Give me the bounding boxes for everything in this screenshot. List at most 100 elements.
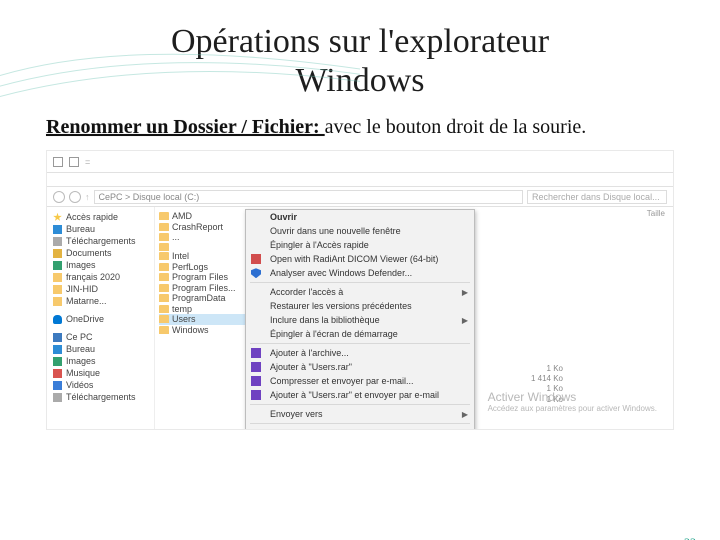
- menu-separator: [250, 282, 470, 283]
- list-item[interactable]: CrashReport: [159, 222, 249, 233]
- sidebar-desktop[interactable]: Bureau: [51, 343, 150, 355]
- explorer-screenshot: = ↑ CePC > Disque local (C:) Rechercher …: [46, 150, 674, 430]
- list-item[interactable]: AMD: [159, 211, 249, 222]
- sidebar-downloads[interactable]: Téléchargements: [51, 391, 150, 403]
- explorer-titlebar: =: [47, 151, 673, 173]
- folder-name: temp: [172, 304, 192, 314]
- menu-winrar-email[interactable]: Compresser et envoyer par e-mail...: [246, 374, 474, 388]
- list-item[interactable]: [159, 243, 249, 252]
- list-item[interactable]: Program Files...: [159, 283, 249, 294]
- menu-grant-access[interactable]: Accorder l'accès à▶: [246, 285, 474, 299]
- folder-icon: [159, 326, 169, 334]
- sidebar-label: Téléchargements: [66, 236, 136, 246]
- menu-winrar-add-named[interactable]: Ajouter à "Users.rar": [246, 360, 474, 374]
- sidebar-desktop[interactable]: Bureau: [51, 223, 150, 235]
- folder-list: AMD CrashReport ... Intel PerfLogs Progr…: [159, 211, 249, 335]
- sidebar-folder[interactable]: JIN-HID: [51, 283, 150, 295]
- title-line-2: Windows: [296, 62, 425, 99]
- list-item-selected[interactable]: Users: [159, 314, 249, 325]
- list-item[interactable]: Program Files: [159, 272, 249, 283]
- menu-windows-defender[interactable]: Analyser avec Windows Defender...: [246, 266, 474, 280]
- menu-radiant-viewer[interactable]: Open with RadiAnt DICOM Viewer (64-bit): [246, 252, 474, 266]
- folder-icon: [53, 297, 62, 306]
- list-item[interactable]: Intel: [159, 251, 249, 262]
- menu-label: Accorder l'accès à: [270, 287, 343, 297]
- download-icon: [53, 393, 62, 402]
- folder-name: ProgramData: [172, 293, 226, 303]
- menu-pin-quick-access[interactable]: Épingler à l'Accès rapide: [246, 238, 474, 252]
- menu-winrar-add[interactable]: Ajouter à l'archive...: [246, 346, 474, 360]
- sidebar-quick-access[interactable]: Accès rapide: [51, 211, 150, 223]
- shield-icon: [251, 268, 261, 278]
- list-item[interactable]: PerfLogs: [159, 262, 249, 273]
- forward-button[interactable]: [69, 191, 81, 203]
- menu-label: Envoyer vers: [270, 409, 323, 419]
- sidebar-label: Ce PC: [66, 332, 93, 342]
- folder-name: PerfLogs: [172, 262, 208, 272]
- music-icon: [53, 369, 62, 378]
- folder-name: Users: [172, 314, 196, 324]
- sidebar-folder[interactable]: français 2020: [51, 271, 150, 283]
- sidebar-folder[interactable]: Matarne...: [51, 295, 150, 307]
- address-text: CePC > Disque local (C:): [99, 192, 200, 202]
- sidebar-label: Images: [66, 260, 96, 270]
- folder-icon: [159, 263, 169, 271]
- sidebar-label: Images: [66, 356, 96, 366]
- menu-pin-start[interactable]: Épingler à l'écran de démarrage: [246, 327, 474, 341]
- folder-icon: [159, 212, 169, 220]
- video-icon: [53, 381, 62, 390]
- menu-send-to[interactable]: Envoyer vers▶: [246, 407, 474, 421]
- menu-open[interactable]: Ouvrir: [246, 210, 474, 224]
- menu-cut[interactable]: Couper: [246, 426, 474, 430]
- app-icon: [251, 254, 261, 264]
- sidebar-onedrive[interactable]: OneDrive: [51, 313, 150, 325]
- list-item[interactable]: ProgramData: [159, 293, 249, 304]
- folder-icon: [159, 223, 169, 231]
- folder-icon: [159, 243, 169, 251]
- folder-icon: [159, 284, 169, 292]
- list-item[interactable]: temp: [159, 304, 249, 315]
- folder-icon: [159, 305, 169, 313]
- sidebar-label: JIN-HID: [66, 284, 98, 294]
- address-field[interactable]: CePC > Disque local (C:): [94, 190, 524, 204]
- explorer-sidebar: Accès rapide Bureau Téléchargements Docu…: [47, 207, 155, 429]
- context-menu: Ouvrir Ouvrir dans une nouvelle fenêtre …: [245, 209, 475, 430]
- menu-label: Ajouter à "Users.rar" et envoyer par e-m…: [270, 390, 439, 400]
- archive-icon: [251, 390, 261, 400]
- explorer-address-bar: ↑ CePC > Disque local (C:) Rechercher da…: [47, 187, 673, 207]
- column-header-size[interactable]: Taille: [647, 209, 665, 218]
- menu-label: Open with RadiAnt DICOM Viewer (64-bit): [270, 254, 438, 264]
- page-number: 22: [684, 535, 696, 540]
- folder-name: CrashReport: [172, 222, 223, 232]
- folder-name: Windows: [172, 325, 209, 335]
- back-button[interactable]: [53, 191, 65, 203]
- menu-open-new-window[interactable]: Ouvrir dans une nouvelle fenêtre: [246, 224, 474, 238]
- sidebar-thispc[interactable]: Ce PC: [51, 331, 150, 343]
- title-line-1: Opérations sur l'explorateur: [171, 23, 549, 60]
- star-icon: [53, 213, 62, 222]
- sidebar-pictures[interactable]: Images: [51, 259, 150, 271]
- menu-winrar-named-email[interactable]: Ajouter à "Users.rar" et envoyer par e-m…: [246, 388, 474, 402]
- size-value: 1 Ko: [531, 364, 563, 374]
- sidebar-documents[interactable]: Documents: [51, 247, 150, 259]
- sidebar-videos[interactable]: Vidéos: [51, 379, 150, 391]
- sidebar-label: OneDrive: [66, 314, 104, 324]
- archive-icon: [251, 376, 261, 386]
- menu-include-library[interactable]: Inclure dans la bibliothèque▶: [246, 313, 474, 327]
- cloud-icon: [53, 315, 62, 324]
- menu-restore-versions[interactable]: Restaurer les versions précédentes: [246, 299, 474, 313]
- window-icon: [69, 157, 79, 167]
- sidebar-downloads[interactable]: Téléchargements: [51, 235, 150, 247]
- archive-icon: [251, 348, 261, 358]
- sidebar-label: Documents: [66, 248, 112, 258]
- list-item[interactable]: Windows: [159, 325, 249, 336]
- search-field[interactable]: Rechercher dans Disque local...: [527, 190, 667, 204]
- submenu-arrow-icon: ▶: [462, 316, 468, 325]
- desktop-icon: [53, 345, 62, 354]
- folder-icon: [159, 273, 169, 281]
- sidebar-label: Musique: [66, 368, 100, 378]
- sidebar-images[interactable]: Images: [51, 355, 150, 367]
- body-bold: Renommer un Dossier / Fichier:: [46, 116, 325, 138]
- list-item[interactable]: ...: [159, 232, 249, 243]
- sidebar-music[interactable]: Musique: [51, 367, 150, 379]
